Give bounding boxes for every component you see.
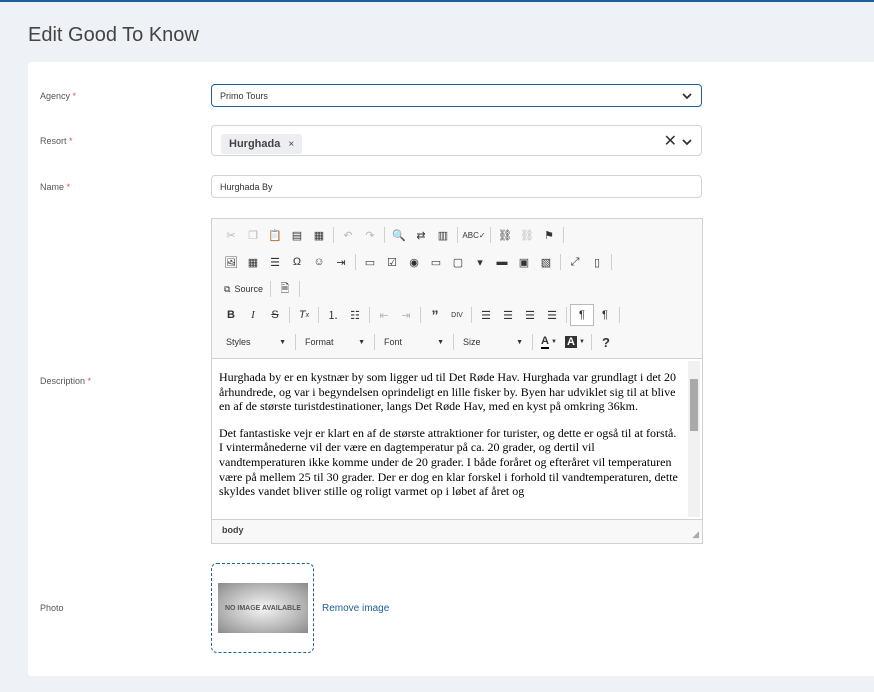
photo-dropzone[interactable]: NO IMAGE AVAILABLE	[211, 563, 314, 653]
font-combo[interactable]: Font ▼	[378, 333, 450, 351]
redo-icon[interactable]: ↷	[359, 225, 381, 245]
select-all-icon[interactable]: ▥	[432, 225, 454, 245]
dropdown-arrow-icon: ▼	[437, 338, 444, 346]
replace-icon[interactable]: ⇄	[410, 225, 432, 245]
remove-image-link[interactable]: Remove image	[322, 603, 389, 614]
spellcheck-icon[interactable]: ABC✓	[461, 225, 487, 245]
indent-icon[interactable]: ⇥	[395, 305, 417, 325]
radio-icon[interactable]: ◉	[403, 252, 425, 272]
page-title: Edit Good To Know	[28, 24, 199, 46]
ltr-icon[interactable]: ¶	[570, 304, 594, 326]
hidden-field-icon[interactable]: ▧	[535, 252, 557, 272]
format-combo[interactable]: Format ▼	[299, 333, 371, 351]
align-right-icon[interactable]: ☰	[519, 305, 541, 325]
textarea-icon[interactable]: ▢	[447, 252, 469, 272]
table-icon[interactable]: ▦	[242, 252, 264, 272]
source-icon: ⧉	[224, 283, 231, 294]
agency-select[interactable]: Primo Tours	[211, 84, 702, 107]
templates-icon[interactable]: 🗎	[274, 279, 296, 299]
toolbar-row-4: B I S Tx ⒈ ☷ ⇤ ⇥ ” DIV ☰ ☰ ☰ ☰ ¶ ¶	[220, 304, 623, 326]
outdent-icon[interactable]: ⇤	[373, 305, 395, 325]
description-paragraph: Hurghada by er en kystnær by som ligger …	[219, 370, 677, 414]
form-icon[interactable]: ▭	[359, 252, 381, 272]
toolbar-row-1: ✂ ❐ 📋 ▤ ▦ ↶ ↷ 🔍 ⇄ ▥ ABC✓ ⛓ ⛓ ⚑	[220, 224, 567, 246]
name-label: Name *	[40, 182, 71, 192]
find-icon[interactable]: 🔍	[388, 225, 410, 245]
copy-icon[interactable]: ❐	[242, 225, 264, 245]
page-break-icon[interactable]: ⇥	[330, 252, 352, 272]
undo-icon[interactable]: ↶	[337, 225, 359, 245]
checkbox-icon[interactable]: ☑	[381, 252, 403, 272]
cut-icon[interactable]: ✂	[220, 225, 242, 245]
maximize-icon[interactable]: ⤢	[564, 252, 586, 272]
paste-icon[interactable]: 📋	[264, 225, 286, 245]
rtl-icon[interactable]: ¶	[594, 305, 616, 325]
resort-tag: Hurghada ×	[221, 134, 303, 154]
toolbar-row-5: Styles ▼ Format ▼ Font ▼ Size ▼ A ▼ A ▼ ?	[220, 331, 617, 353]
align-center-icon[interactable]: ☰	[497, 305, 519, 325]
tag-remove-icon[interactable]: ×	[288, 139, 294, 150]
link-icon[interactable]: ⛓	[494, 225, 516, 245]
image-icon[interactable]: 🖼	[220, 252, 242, 272]
numbered-list-icon[interactable]: ⒈	[322, 305, 344, 325]
resize-handle-icon[interactable]: ◢	[692, 529, 699, 540]
button-icon[interactable]: ▬	[491, 252, 513, 272]
align-justify-icon[interactable]: ☰	[541, 305, 563, 325]
no-image-placeholder: NO IMAGE AVAILABLE	[218, 583, 308, 633]
dropdown-arrow-icon: ▼	[358, 338, 365, 346]
clear-icon[interactable]: ✕	[664, 134, 677, 150]
agency-label: Agency *	[40, 91, 77, 101]
scrollbar-thumb[interactable]	[690, 379, 698, 431]
photo-label: Photo	[40, 603, 64, 613]
editor-content[interactable]: Hurghada by er en kystnær by som ligger …	[212, 358, 702, 520]
paste-word-icon[interactable]: ▦	[308, 225, 330, 245]
remove-format-icon[interactable]: Tx	[293, 305, 315, 325]
unlink-icon[interactable]: ⛓	[516, 225, 538, 245]
bulleted-list-icon[interactable]: ☷	[344, 305, 366, 325]
background-color-icon[interactable]: A ▼	[562, 332, 588, 352]
size-combo[interactable]: Size ▼	[457, 333, 529, 351]
top-accent-line	[0, 0, 874, 2]
dropdown-arrow-icon: ▼	[279, 338, 286, 346]
help-icon[interactable]: ?	[595, 332, 617, 352]
bold-icon[interactable]: B	[220, 305, 242, 325]
toolbar-row-2: 🖼 ▦ ☰ Ω ☺ ⇥ ▭ ☑ ◉ ▭ ▢ ▾ ▬ ▣ ▧ ⤢ ▯	[220, 251, 615, 273]
horizontal-line-icon[interactable]: ☰	[264, 252, 286, 272]
special-char-icon[interactable]: Ω	[286, 252, 308, 272]
strike-icon[interactable]: S	[264, 305, 286, 325]
blockquote-icon[interactable]: ”	[424, 305, 446, 325]
description-paragraph: Det fantastiske vejr er klart en af de s…	[219, 425, 678, 499]
align-left-icon[interactable]: ☰	[475, 305, 497, 325]
dropdown-arrow-icon: ▼	[516, 338, 523, 346]
source-button[interactable]: ⧉ Source	[220, 284, 267, 295]
rich-text-editor[interactable]: ✂ ❐ 📋 ▤ ▦ ↶ ↷ 🔍 ⇄ ▥ ABC✓ ⛓ ⛓ ⚑ 🖼 ▦ ☰ Ω ☺…	[211, 218, 703, 544]
agency-value: Primo Tours	[220, 91, 268, 101]
description-label: Description *	[40, 376, 92, 386]
element-path[interactable]: body	[222, 525, 244, 535]
editor-body: Hurghada by er en kystnær by som ligger …	[219, 370, 679, 511]
name-input[interactable]: Hurghada By	[211, 175, 702, 198]
chevron-down-icon[interactable]	[681, 90, 693, 102]
resort-label: Resort *	[40, 136, 73, 146]
text-field-icon[interactable]: ▭	[425, 252, 447, 272]
styles-combo[interactable]: Styles ▼	[220, 333, 292, 351]
name-value: Hurghada By	[220, 182, 273, 192]
paste-text-icon[interactable]: ▤	[286, 225, 308, 245]
text-color-icon[interactable]: A ▼	[536, 332, 562, 352]
resort-multiselect[interactable]: Hurghada × ✕	[211, 125, 702, 156]
div-container-icon[interactable]: DIV	[446, 305, 468, 325]
select-field-icon[interactable]: ▾	[469, 252, 491, 272]
show-blocks-icon[interactable]: ▯	[586, 252, 608, 272]
image-button-icon[interactable]: ▣	[513, 252, 535, 272]
editor-scrollbar[interactable]	[688, 361, 700, 517]
chevron-down-icon[interactable]	[681, 136, 693, 148]
anchor-flag-icon[interactable]: ⚑	[538, 225, 560, 245]
toolbar-row-3: ⧉ Source 🗎	[220, 278, 303, 300]
smiley-icon[interactable]: ☺	[308, 252, 330, 272]
italic-icon[interactable]: I	[242, 305, 264, 325]
